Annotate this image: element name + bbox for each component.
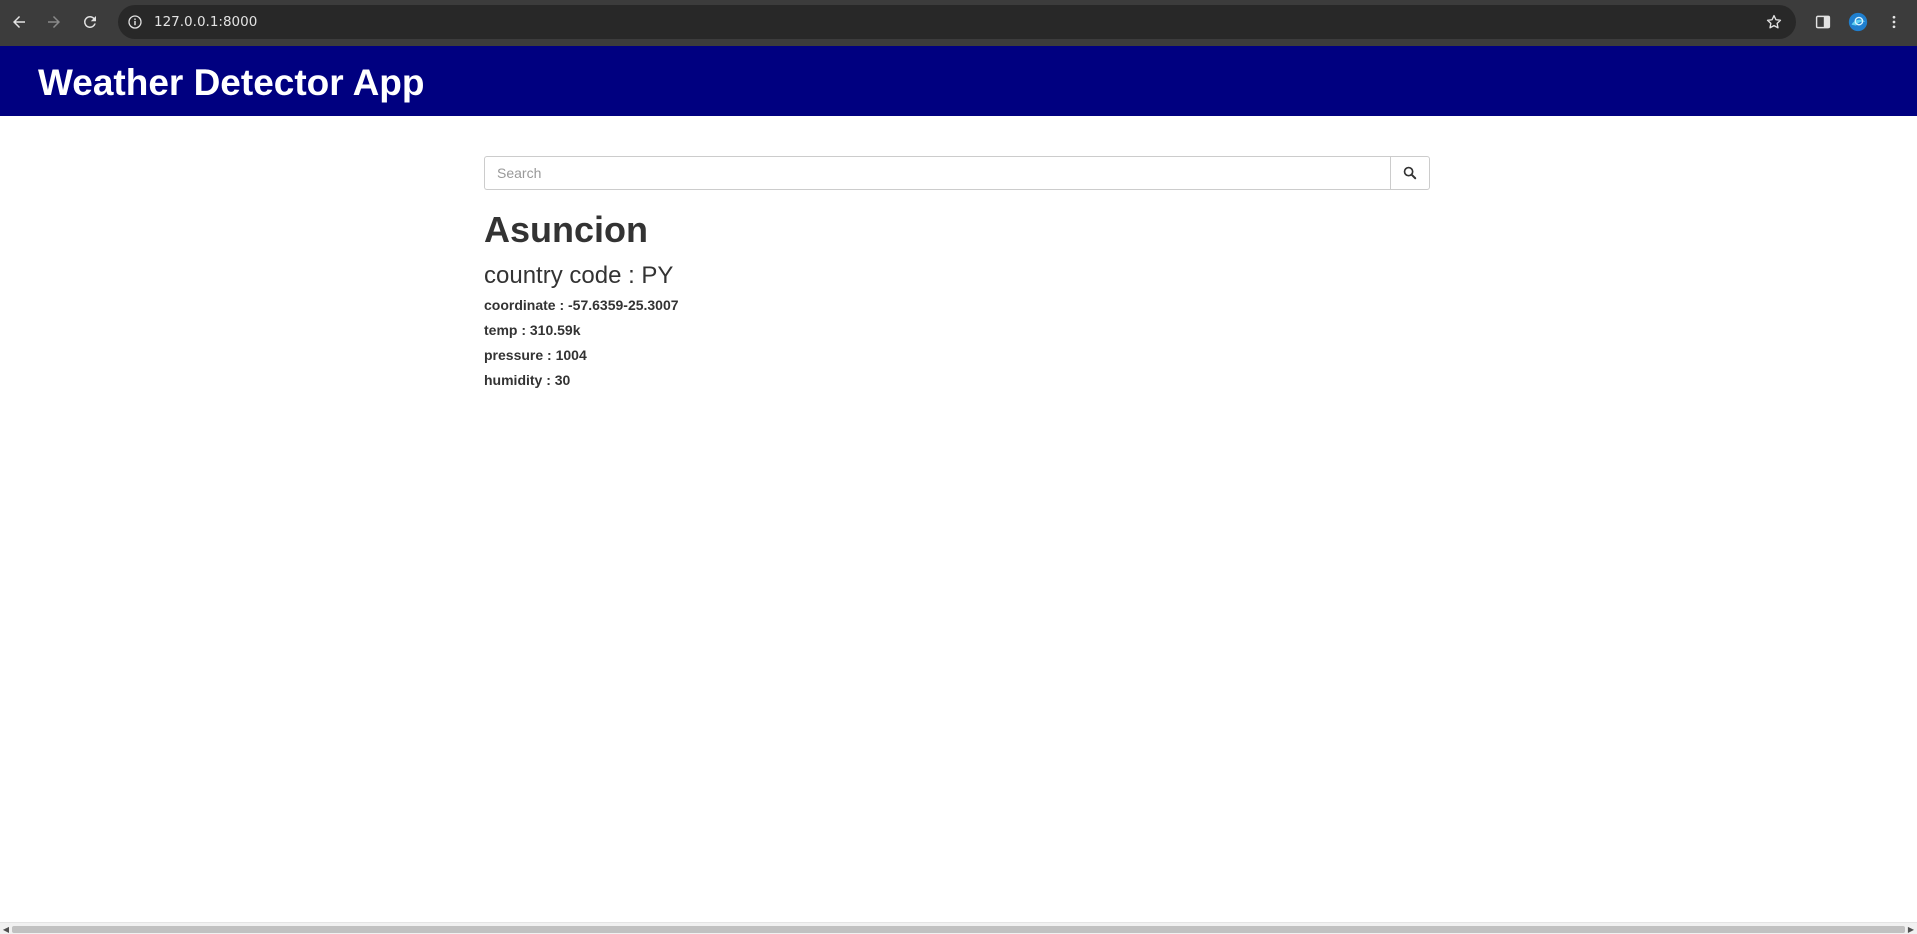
- app-navbar: Weather Detector App: [0, 46, 1917, 116]
- humidity-text: humidity : 30: [484, 372, 571, 388]
- kebab-menu-icon: [1892, 15, 1896, 29]
- scroll-right-icon[interactable]: ▶: [1906, 925, 1916, 934]
- scroll-left-icon[interactable]: ◀: [1, 925, 11, 934]
- search-button[interactable]: [1390, 156, 1430, 190]
- reload-icon: [83, 15, 96, 28]
- main-content: Asuncion country code : PY coordinate : …: [484, 156, 1430, 393]
- search-form: [484, 156, 1430, 190]
- search-icon: [1403, 166, 1417, 180]
- coordinate-text: coordinate : -57.6359-25.3007: [484, 297, 679, 313]
- search-input[interactable]: [484, 156, 1390, 190]
- info-icon[interactable]: [126, 13, 144, 31]
- star-icon[interactable]: [1764, 12, 1784, 32]
- browser-menu-button[interactable]: [1882, 10, 1906, 34]
- horizontal-scrollbar[interactable]: ◀ ▶: [0, 922, 1917, 934]
- back-button[interactable]: [6, 9, 32, 35]
- scrollbar-thumb[interactable]: [12, 926, 1905, 933]
- reload-button[interactable]: [77, 9, 103, 35]
- weather-details: coordinate : -57.6359-25.3007 temp : 310…: [484, 293, 1430, 393]
- profile-icon: [1848, 12, 1868, 32]
- browser-toolbar: 127.0.0.1:8000: [0, 0, 1917, 46]
- side-panel-button[interactable]: [1811, 10, 1835, 34]
- pressure-text: pressure : 1004: [484, 347, 587, 363]
- url-text[interactable]: 127.0.0.1:8000: [154, 14, 257, 30]
- app-title[interactable]: Weather Detector App: [38, 64, 425, 101]
- forward-button[interactable]: [41, 9, 67, 35]
- temp-text: temp : 310.59k: [484, 322, 581, 338]
- arrow-right-icon: [48, 16, 60, 28]
- city-name: Asuncion: [484, 209, 649, 250]
- address-bar[interactable]: 127.0.0.1:8000: [118, 5, 1796, 39]
- country-code: country code : PY: [484, 262, 674, 289]
- profile-button[interactable]: [1846, 10, 1870, 34]
- side-panel-icon: [1815, 15, 1831, 29]
- arrow-left-icon: [13, 16, 25, 28]
